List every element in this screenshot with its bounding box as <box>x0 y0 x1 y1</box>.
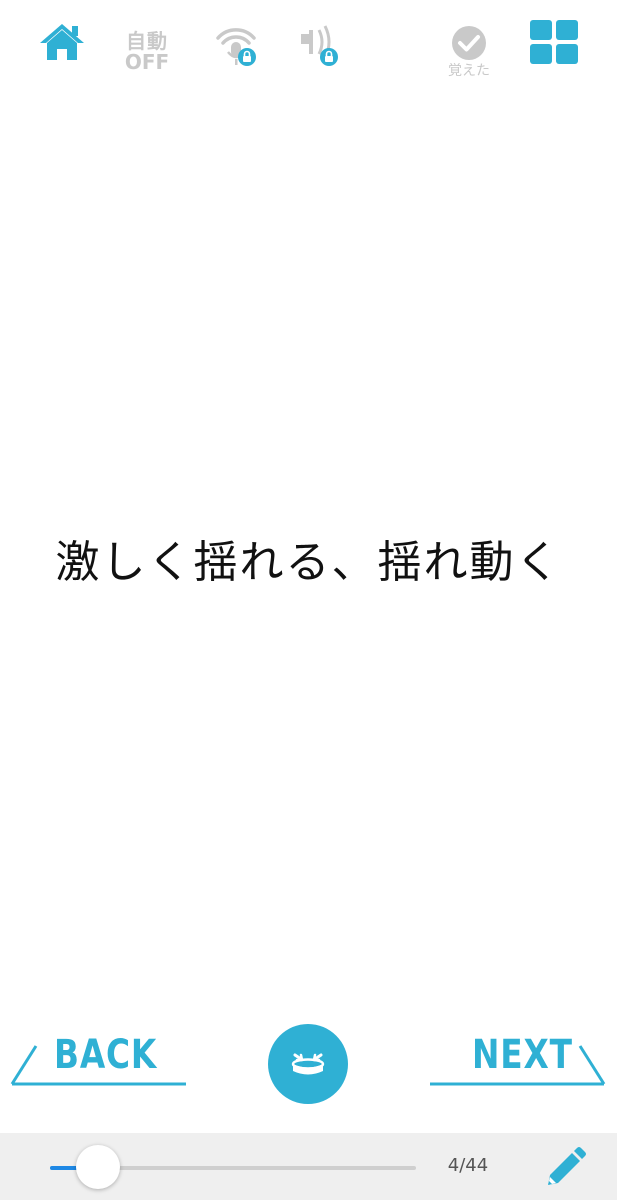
mic-locked-icon <box>216 28 256 66</box>
home-button[interactable] <box>36 22 88 86</box>
auto-play-toggle[interactable]: 自動 OFF <box>116 20 178 84</box>
flip-card-button[interactable] <box>268 1024 348 1104</box>
bottom-bar: 4/44 <box>0 1133 617 1200</box>
auto-play-label: 自動 <box>126 29 168 53</box>
flashcard[interactable]: 激しく揺れる、揺れ動く <box>0 92 617 1022</box>
card-text: 激しく揺れる、揺れ動く <box>55 537 562 588</box>
auto-play-state: OFF <box>124 50 170 74</box>
top-toolbar: 自動 OFF 覚えた <box>0 0 617 92</box>
card-list-button[interactable] <box>528 20 580 84</box>
memorized-label: 覚えた <box>448 63 490 79</box>
sound-button[interactable] <box>294 22 342 86</box>
pencil-icon <box>548 1147 586 1185</box>
edit-button[interactable] <box>540 1145 588 1193</box>
back-button[interactable]: BACK <box>10 1030 190 1092</box>
memorized-button[interactable]: 覚えた <box>438 20 500 84</box>
progress-slider-thumb[interactable] <box>75 1145 120 1189</box>
voice-input-button[interactable] <box>212 22 260 86</box>
sound-locked-icon <box>301 25 338 66</box>
check-circle-icon <box>452 26 486 60</box>
home-icon <box>40 24 84 60</box>
next-button[interactable]: NEXT <box>428 1030 608 1092</box>
flip-icon <box>291 1053 325 1075</box>
next-label: NEXT <box>472 1032 573 1078</box>
back-label: BACK <box>54 1032 158 1078</box>
grid-icon <box>530 20 578 64</box>
page-counter: 4/44 <box>447 1155 489 1176</box>
